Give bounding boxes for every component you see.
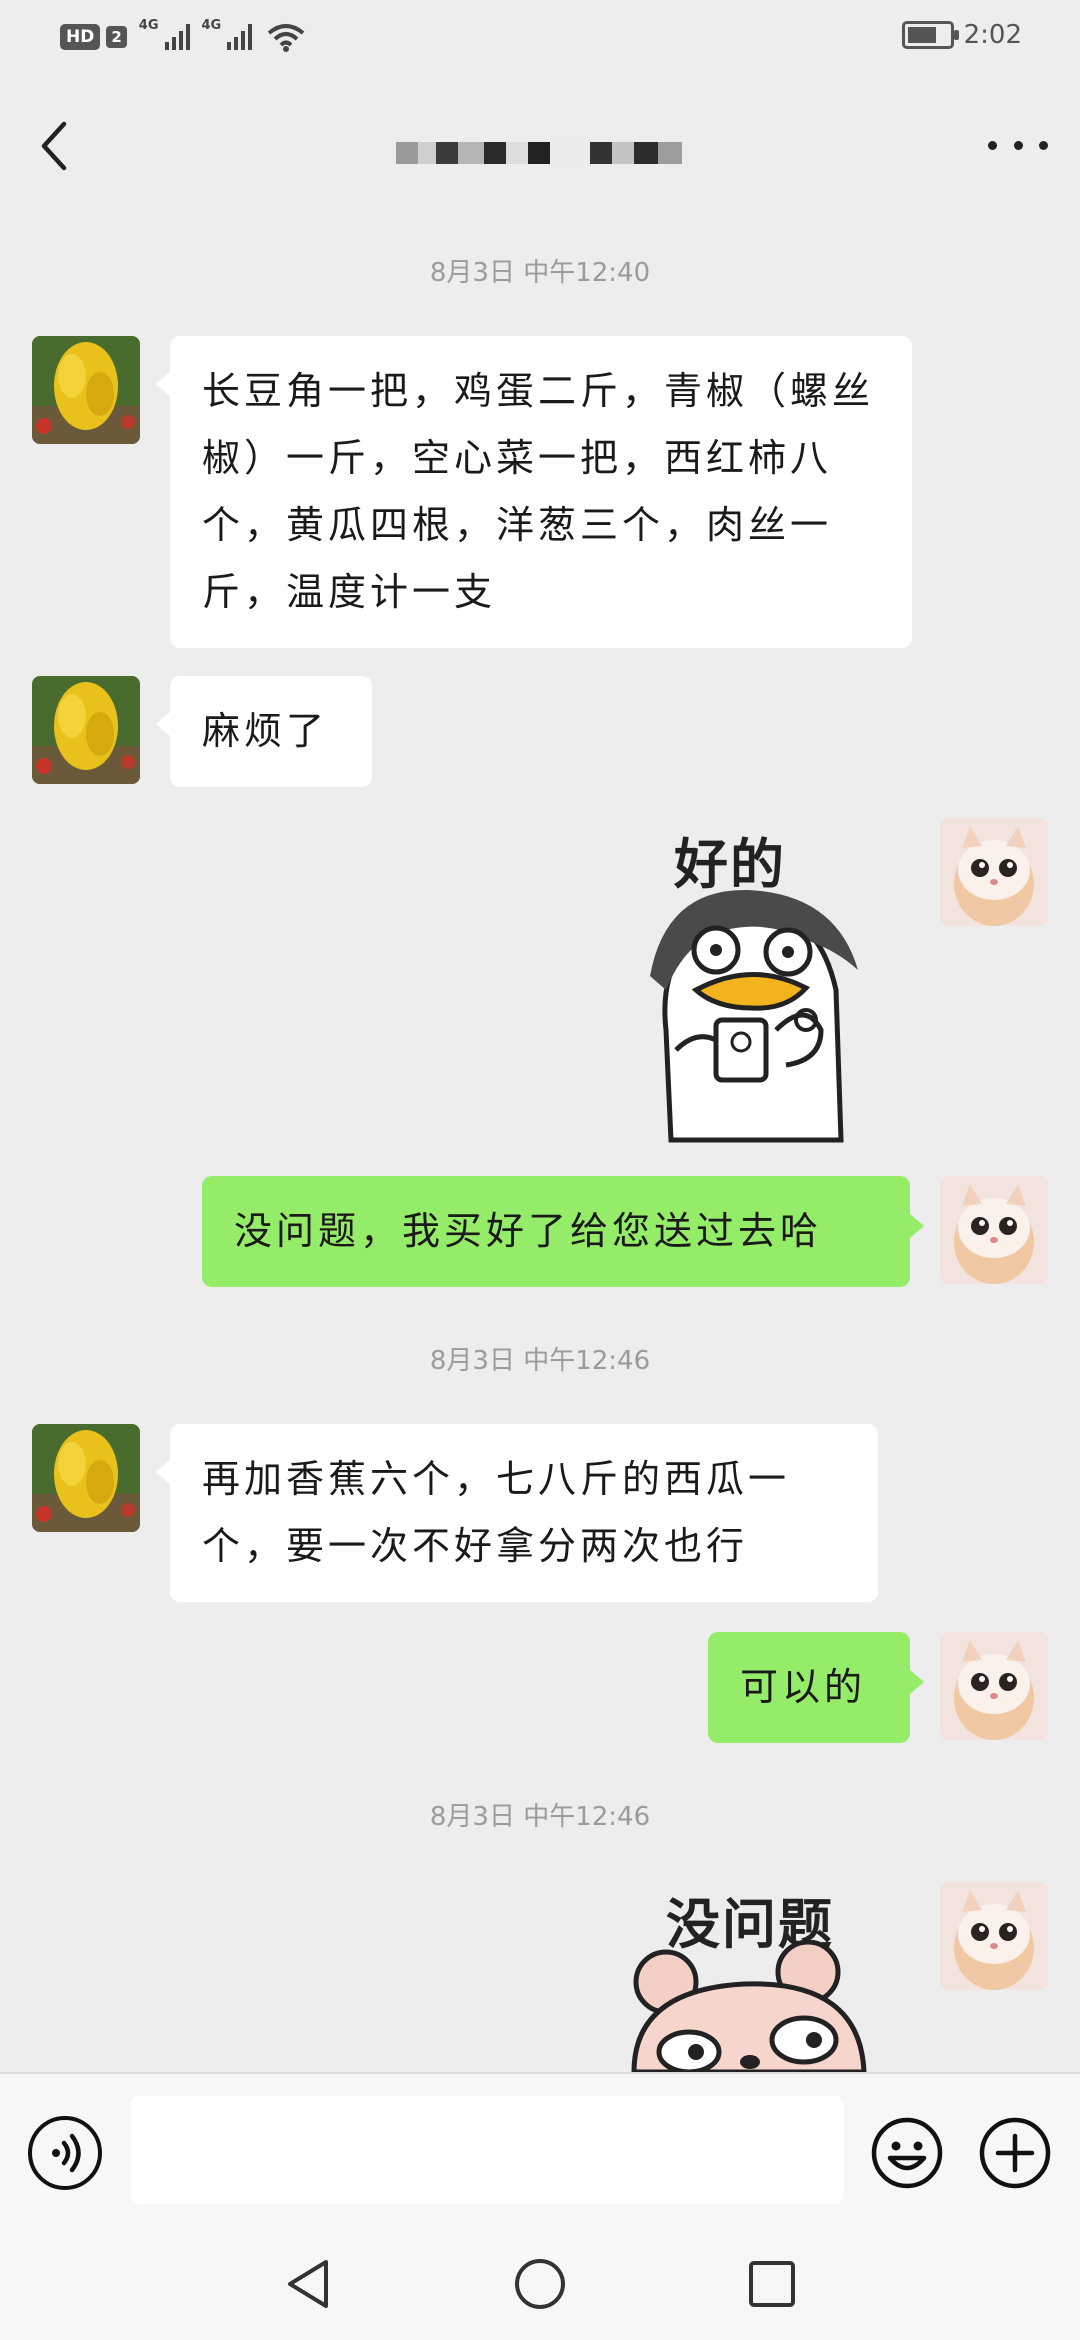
message-timestamp: 8月3日 中午12:46 [429,1346,651,1376]
contact-avatar[interactable] [32,676,140,784]
emoji-icon [871,2117,943,2189]
chat-title-obscured [396,132,696,174]
nav-home-icon [515,2259,565,2309]
self-avatar[interactable] [940,1176,1048,1284]
message-timestamp: 8月3日 中午12:46 [429,1802,651,1832]
status-left: HD 2 4G 4G [60,18,306,52]
nav-back-icon [288,2260,328,2308]
more-dots-icon [988,140,997,150]
message-bubble-left[interactable]: 麻烦了 [156,676,372,787]
status-time: 2:02 [963,20,1022,50]
self-avatar[interactable] [940,818,1048,926]
voice-input-button[interactable] [28,2116,102,2190]
status-bar: HD 2 4G 4G 2:02 [0,0,1080,80]
emoji-button[interactable] [870,2116,944,2190]
network-type-2: 4G [201,18,222,33]
plus-icon [979,2117,1051,2189]
message-text: 麻烦了 [202,709,329,753]
cat-avatar-icon [940,818,1048,926]
network-type-1: 4G [138,18,159,33]
hd-badge: HD [60,24,101,50]
signal-2-icon [227,24,253,50]
battery-icon [901,21,959,49]
message-text: 再加香蕉六个，七八斤的西瓜一个，要一次不好拿分两次也行 [202,1457,791,1568]
status-right: 2:02 [901,20,1022,50]
flower-avatar-icon [32,676,140,784]
more-dots-icon [1039,140,1048,150]
nav-recents-icon [749,2261,795,2307]
bear-sticker-icon[interactable] [624,1940,870,2072]
contact-avatar[interactable] [32,336,140,444]
message-text: 长豆角一把，鸡蛋二斤，青椒（螺丝椒）一斤，空心菜一把，西红柿八个，黄瓜四根，洋葱… [202,369,875,614]
cat-avatar-icon [940,1176,1048,1284]
cat-avatar-icon [940,1632,1048,1740]
nav-recents-button[interactable] [742,2254,802,2314]
message-text: 可以的 [740,1665,867,1709]
message-bubble-right[interactable]: 可以的 [708,1632,924,1743]
wifi-icon [267,24,305,52]
cat-avatar-icon [940,1882,1048,1990]
duck-sticker-icon[interactable] [636,880,862,1146]
self-avatar[interactable] [940,1882,1048,1990]
voice-icon [52,2133,81,2173]
chat-input-bar [0,2072,1080,2226]
back-button[interactable] [34,116,74,176]
nav-back-button[interactable] [278,2254,338,2314]
more-dots-icon [1013,140,1023,150]
message-input[interactable] [130,2096,844,2204]
message-bubble-left[interactable]: 再加香蕉六个，七八斤的西瓜一个，要一次不好拿分两次也行 [156,1424,878,1602]
sim-badge: 2 [106,26,127,48]
more-options-button[interactable] [988,130,1048,160]
message-bubble-right[interactable]: 没问题，我买好了给您送过去哈 [202,1176,924,1287]
system-nav-bar [0,2226,1080,2340]
chat-header [0,80,1080,210]
contact-avatar[interactable] [32,1424,140,1532]
message-timestamp: 8月3日 中午12:40 [429,258,651,288]
message-bubble-left[interactable]: 长豆角一把，鸡蛋二斤，青椒（螺丝椒）一斤，空心菜一把，西红柿八个，黄瓜四根，洋葱… [156,336,912,648]
nav-home-button[interactable] [510,2254,570,2314]
signal-1-icon [164,24,190,50]
message-text: 没问题，我买好了给您送过去哈 [234,1209,823,1253]
self-avatar[interactable] [940,1632,1048,1740]
chevron-left-icon [41,121,67,171]
more-functions-button[interactable] [978,2116,1052,2190]
flower-avatar-icon [32,1424,140,1532]
flower-avatar-icon [32,336,140,444]
